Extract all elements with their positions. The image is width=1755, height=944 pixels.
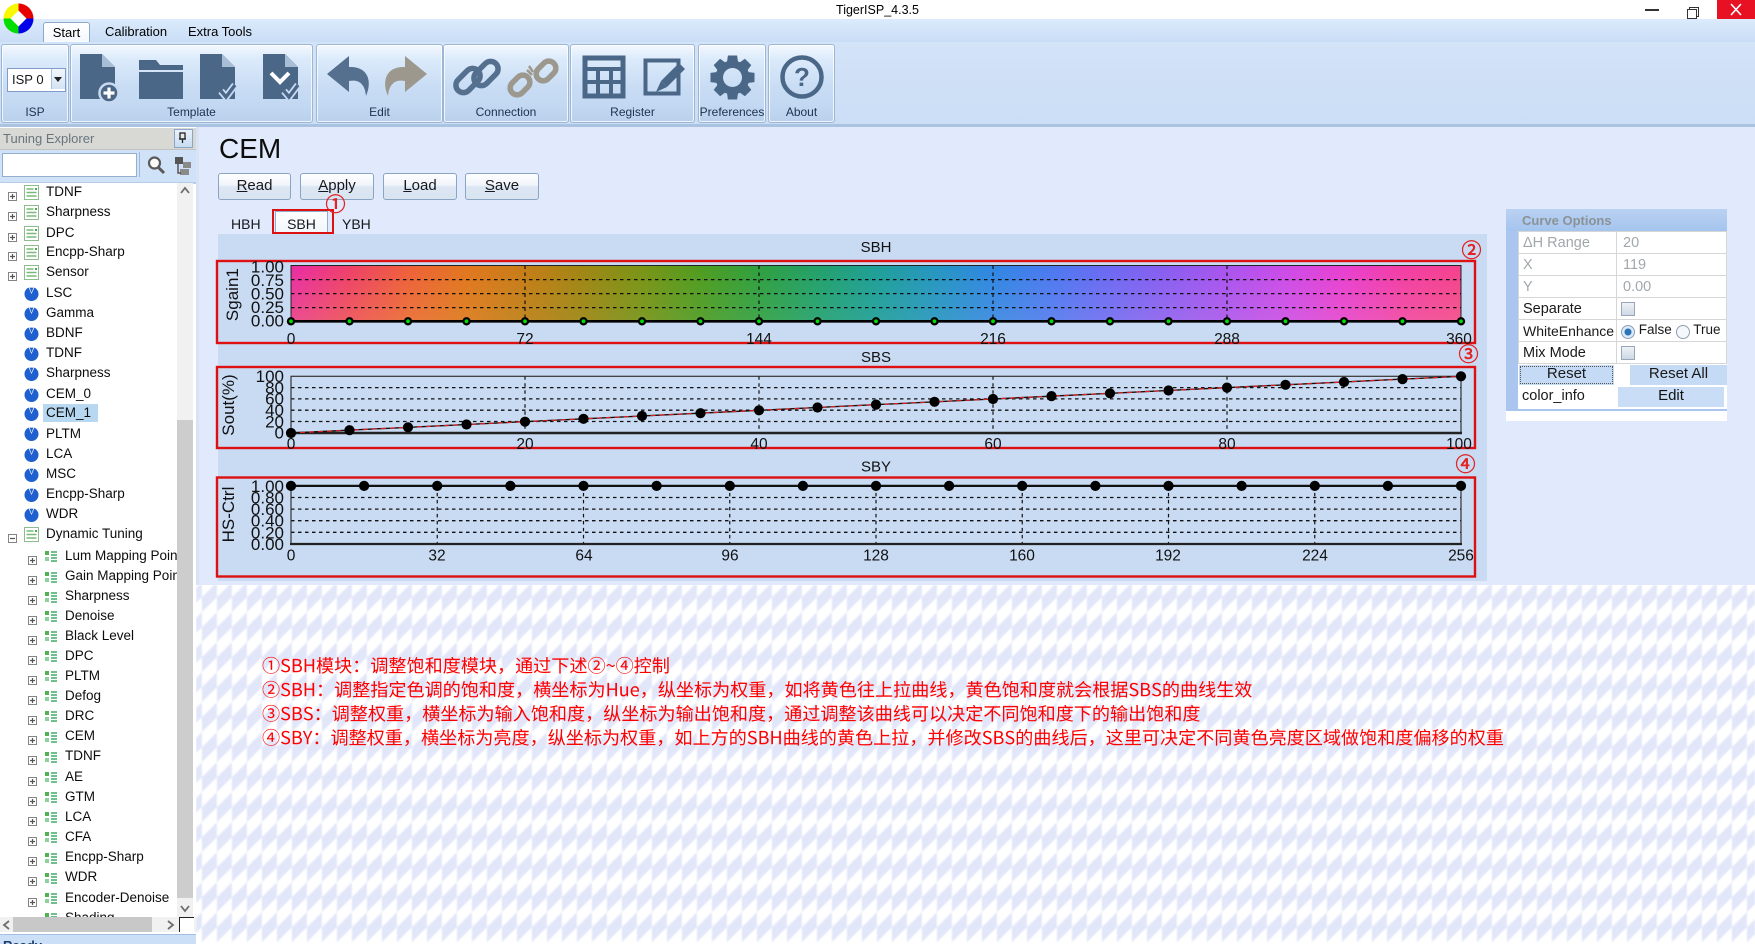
svg-text:SBY: SBY [861, 459, 891, 476]
svg-text:224: 224 [1302, 548, 1328, 565]
svg-text:0: 0 [287, 331, 296, 348]
svg-text:100: 100 [1446, 436, 1472, 453]
svg-text:SBS: SBS [861, 349, 891, 366]
svg-text:80: 80 [1218, 436, 1236, 453]
svg-text:0.00: 0.00 [251, 535, 284, 554]
svg-text:128: 128 [863, 548, 889, 565]
svg-text:?: ? [794, 62, 810, 92]
svg-text:64: 64 [575, 548, 593, 565]
svg-text:192: 192 [1155, 548, 1181, 565]
svg-text:96: 96 [721, 548, 738, 565]
svg-text:144: 144 [746, 331, 772, 348]
svg-text:288: 288 [1214, 331, 1240, 348]
svg-text:40: 40 [750, 436, 768, 453]
svg-text:160: 160 [1009, 548, 1035, 565]
svg-text:20: 20 [516, 436, 534, 453]
svg-text:216: 216 [980, 331, 1006, 348]
svg-text:0: 0 [287, 548, 296, 565]
svg-text:32: 32 [428, 548, 445, 565]
svg-text:60: 60 [984, 436, 1002, 453]
svg-text:SBH: SBH [861, 239, 892, 256]
svg-text:Sgain1: Sgain1 [223, 268, 242, 321]
svg-text:72: 72 [516, 331, 533, 348]
svg-text:256: 256 [1448, 548, 1474, 565]
svg-text:Sout(%): Sout(%) [219, 374, 238, 435]
svg-text:0.00: 0.00 [251, 312, 284, 331]
svg-text:HS-Ctrl: HS-Ctrl [219, 487, 238, 543]
svg-text:0: 0 [275, 424, 284, 443]
svg-text:0: 0 [287, 436, 296, 453]
